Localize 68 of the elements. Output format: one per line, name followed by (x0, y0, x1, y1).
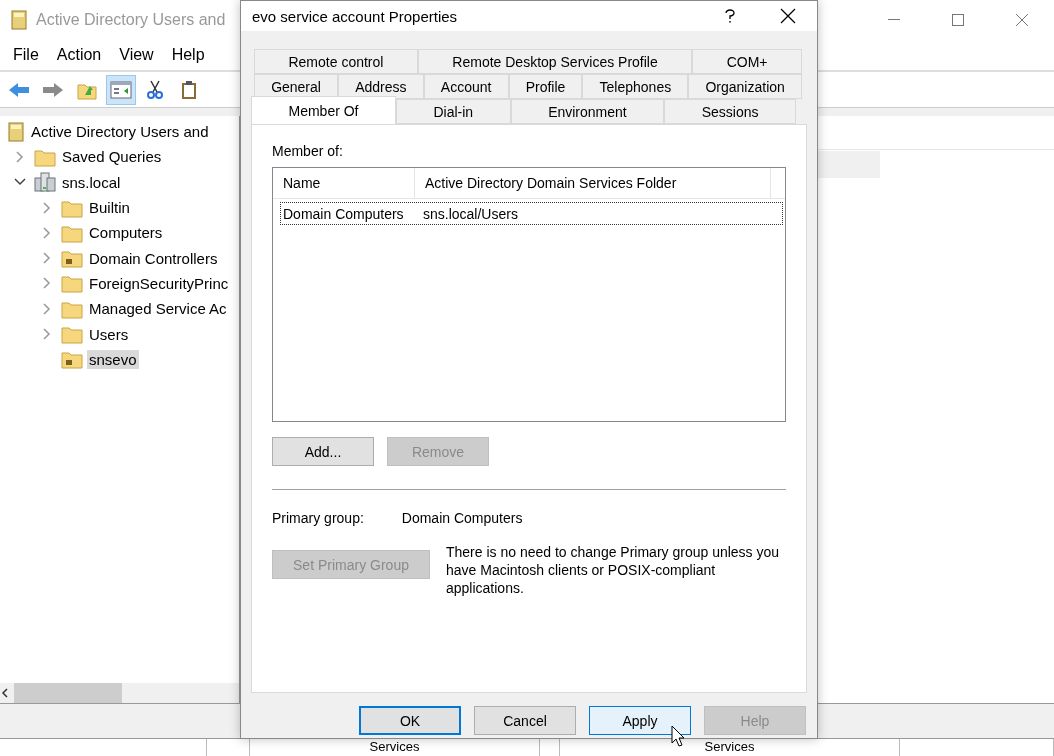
close-icon (780, 8, 796, 24)
tab[interactable]: Organization (688, 74, 802, 99)
folder-icon (61, 248, 83, 269)
tree-item[interactable]: Saved Queries (60, 147, 164, 167)
add-button[interactable]: Add... (272, 437, 374, 466)
question-mark-icon (725, 9, 735, 23)
tree-item[interactable]: sns.local (60, 172, 123, 192)
tree-item[interactable]: Builtin (87, 198, 132, 218)
tree-item[interactable]: Domain Controllers (87, 248, 220, 268)
tree-item[interactable]: ForeignSecurityPrinc (87, 273, 231, 293)
chevron-right-icon[interactable] (41, 302, 53, 315)
mouse-pointer-icon (671, 725, 685, 747)
dialog-button[interactable]: Apply (589, 706, 691, 735)
tree-item[interactable]: Computers (87, 223, 165, 243)
toolbar-button[interactable] (106, 74, 136, 105)
book-icon (10, 10, 28, 30)
folder-icon (61, 324, 83, 344)
horizontal-scrollbar[interactable] (0, 683, 239, 703)
tab[interactable]: Profile (508, 74, 583, 99)
help-text: There is no need to change Primary group unless you have Macintosh clients or POSIX-compliant applications. (446, 543, 781, 597)
tree-item[interactable]: Users (87, 324, 131, 344)
book-icon (7, 121, 25, 142)
scroll-left-icon[interactable] (0, 688, 10, 698)
dialog-button[interactable]: Cancel (474, 706, 576, 735)
minimize-icon (888, 19, 900, 21)
server-icon (34, 172, 56, 193)
dialog-title: evo service account Properties (252, 7, 459, 25)
column-header: Services (369, 739, 420, 756)
clipboard-icon (179, 79, 199, 100)
close-icon (1015, 13, 1029, 27)
field-value: Domain Computers (401, 510, 523, 526)
window-title: Active Directory Users and (36, 11, 226, 29)
menu-item[interactable]: View (110, 46, 163, 64)
field-label: Primary group: (272, 510, 364, 526)
folder-icon (61, 273, 83, 294)
tab[interactable]: Sessions (664, 99, 796, 124)
tab[interactable]: Telephones (582, 74, 689, 99)
tree-item[interactable]: snsevo (87, 349, 139, 369)
tree-item[interactable]: Managed Service Ac (87, 299, 229, 319)
menu-item[interactable]: File (4, 46, 48, 64)
chevron-right-icon[interactable] (41, 226, 53, 239)
maximize-icon (952, 14, 964, 26)
tab[interactable]: Environment (510, 99, 665, 124)
chevron-right-icon[interactable] (14, 150, 26, 163)
tab[interactable]: Account (423, 74, 509, 99)
tree-item[interactable]: Active Directory Users and (29, 122, 211, 142)
menu-item[interactable]: Help (162, 46, 214, 64)
column-header: Services (704, 739, 755, 756)
scrollbar-thumb[interactable] (14, 683, 122, 703)
chevron-right-icon[interactable] (41, 277, 53, 290)
tab[interactable]: Dial-in (396, 99, 511, 124)
list-row[interactable]: Domain Computers sns.local/Users (280, 202, 783, 225)
menu-item[interactable]: Action (47, 46, 111, 64)
tab[interactable]: Remote control (254, 49, 418, 74)
tab[interactable]: Remote Desktop Services Profile (417, 49, 693, 74)
scissors-icon (145, 79, 165, 100)
column-header[interactable]: Active Directory Domain Services Folder (415, 168, 771, 198)
section-label: Member of: (272, 143, 344, 159)
chevron-right-icon[interactable] (41, 201, 53, 214)
folder-icon (61, 349, 83, 370)
group-list[interactable]: Name Active Directory Domain Services Folder Domain Computers sns.local/Users (272, 167, 786, 422)
console-tree-icon (110, 79, 132, 100)
tab[interactable]: COM+ (692, 49, 802, 74)
column-header[interactable]: Name (273, 168, 415, 198)
chevron-right-icon[interactable] (41, 252, 53, 265)
tab[interactable]: Member Of (251, 96, 396, 124)
chevron-right-icon[interactable] (41, 328, 53, 340)
dialog-button[interactable]: OK (359, 706, 461, 735)
